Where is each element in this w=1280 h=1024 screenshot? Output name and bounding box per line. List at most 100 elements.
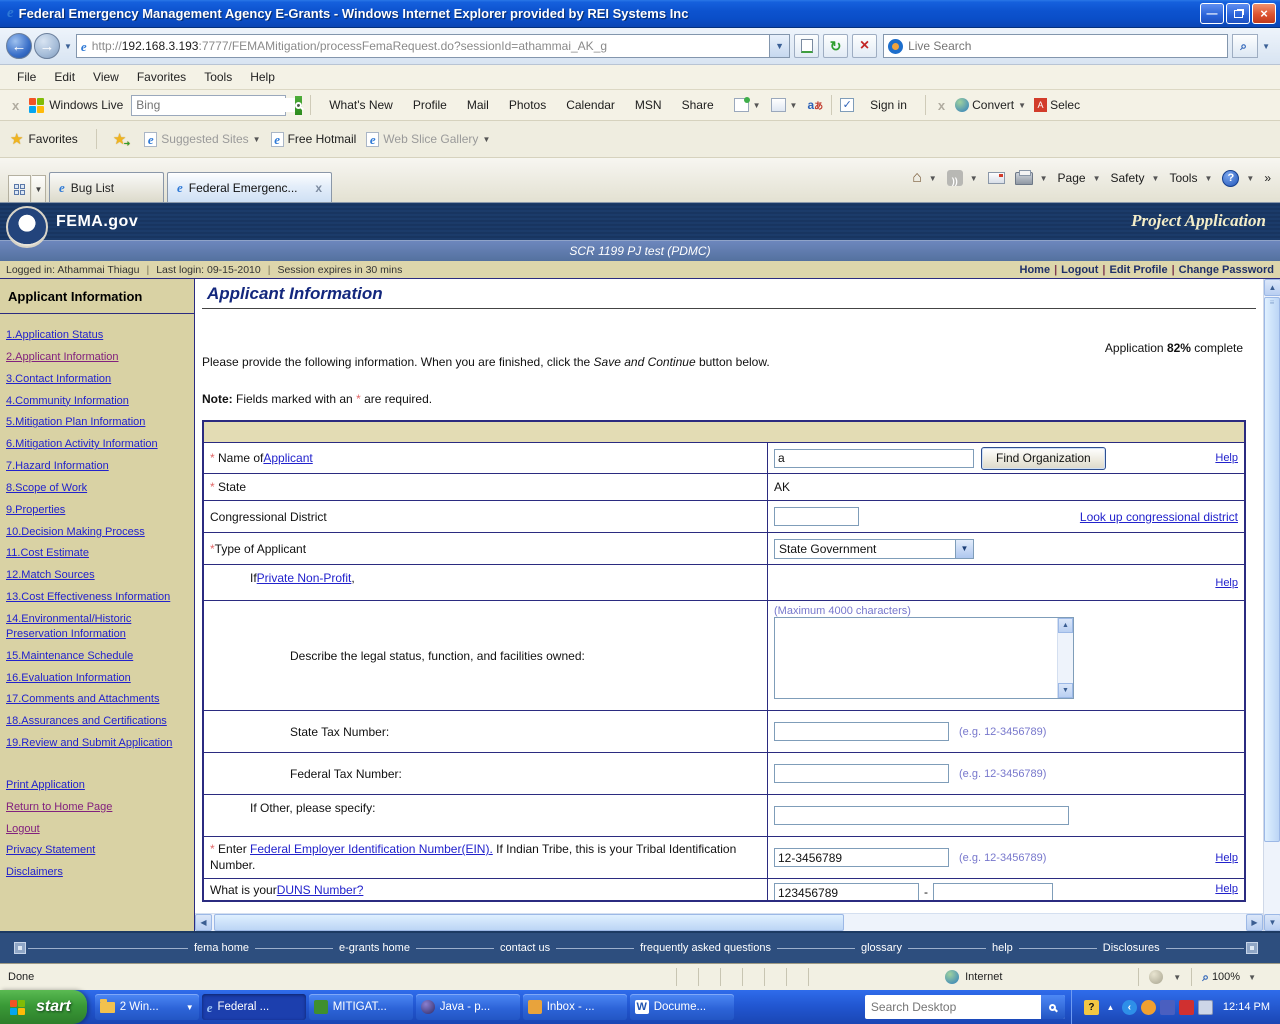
refresh-button[interactable]: ↻	[823, 34, 849, 58]
sidebar-item-mitigation-plan[interactable]: 5.Mitigation Plan Information	[6, 415, 188, 430]
sidebar-item-environmental-historic[interactable]: 14.Environmental/Historic Preservation I…	[6, 612, 188, 642]
sidebar-item-comments-attachments[interactable]: 17.Comments and Attachments	[6, 692, 188, 707]
scroll-up-icon[interactable]: ▲	[1264, 279, 1280, 296]
windows-live-label[interactable]: Windows Live	[49, 98, 123, 112]
search-desktop-input[interactable]	[864, 1000, 1041, 1014]
lookup-congressional-district-link[interactable]: Look up congressional district	[1080, 510, 1238, 524]
menu-help[interactable]: Help	[241, 67, 284, 87]
help-link[interactable]: Help	[1215, 883, 1238, 895]
suggested-sites-dropdown[interactable]: ▼	[253, 135, 261, 144]
tray-messenger-icon[interactable]: ‹	[1121, 999, 1137, 1015]
compatibility-view-button[interactable]	[794, 34, 820, 58]
taskbar-item-document[interactable]: W Docume...	[629, 994, 734, 1020]
sidebar-item-assurances-certifications[interactable]: 18.Assurances and Certifications	[6, 714, 188, 729]
sidebar-item-cost-estimate[interactable]: 11.Cost Estimate	[6, 546, 188, 561]
ein-input[interactable]	[774, 848, 949, 867]
link-whats-new[interactable]: What's New	[319, 98, 403, 112]
read-mail-icon[interactable]	[987, 172, 1005, 184]
translate-icon[interactable]: aあ	[807, 98, 823, 112]
sidebar-item-match-sources[interactable]: 12.Match Sources	[6, 568, 188, 583]
sign-in-link[interactable]: Sign in	[860, 98, 917, 112]
print-dropdown[interactable]: ▼	[1040, 174, 1048, 183]
ein-help-link[interactable]: Federal Employer Identification Number(E…	[250, 842, 493, 856]
disclaimers-link[interactable]: Disclaimers	[6, 865, 188, 880]
menu-tools[interactable]: Tools	[195, 67, 241, 87]
sidebar-item-mitigation-activity[interactable]: 6.Mitigation Activity Information	[6, 437, 188, 452]
page-menu[interactable]: Page ▼	[1058, 171, 1101, 185]
sidebar-item-review-submit[interactable]: 19.Review and Submit Application	[6, 736, 188, 751]
back-button[interactable]: ←	[6, 33, 32, 59]
bing-search-button[interactable]	[295, 95, 303, 115]
taskbar-item-inbox[interactable]: Inbox - ...	[522, 994, 627, 1020]
map-icon[interactable]	[733, 97, 750, 112]
scroll-right-icon[interactable]: ▶	[1246, 914, 1263, 931]
forward-button[interactable]: →	[34, 33, 60, 59]
other-specify-input[interactable]	[774, 806, 1069, 825]
sidebar-item-scope-of-work[interactable]: 8.Scope of Work	[6, 481, 188, 496]
url-history-dropdown[interactable]: ▼	[770, 34, 791, 58]
type-of-applicant-select[interactable]: State Government ▼	[774, 538, 974, 559]
search-options-dropdown[interactable]: ▼	[1262, 42, 1270, 51]
horizontal-scroll-thumb[interactable]	[214, 914, 844, 931]
link-profile[interactable]: Profile	[403, 98, 457, 112]
return-home-link[interactable]: Return to Home Page	[6, 800, 188, 815]
home-icon[interactable]: ⌂	[912, 169, 922, 187]
footer-glossary-link[interactable]: glossary	[857, 942, 906, 954]
search-desktop-button[interactable]	[1040, 995, 1065, 1019]
link-share[interactable]: Share	[672, 98, 724, 112]
duns-input[interactable]	[774, 883, 919, 900]
footer-disclosures-link[interactable]: Disclosures	[1099, 942, 1164, 954]
taskbar-item-ie[interactable]: e Federal ...	[201, 994, 306, 1020]
logout-link[interactable]: Logout	[6, 822, 188, 837]
horizontal-scrollbar[interactable]: ◀ ▶	[195, 913, 1263, 931]
tab-federal-emergency[interactable]: e Federal Emergenc... x	[167, 172, 332, 202]
menu-file[interactable]: File	[8, 67, 45, 87]
map-dropdown[interactable]: ▼	[753, 101, 761, 110]
print-icon[interactable]	[1014, 169, 1033, 185]
footer-faq-link[interactable]: frequently asked questions	[636, 942, 775, 954]
tray-display-icon[interactable]	[1197, 999, 1213, 1015]
live-search-box[interactable]	[883, 34, 1229, 58]
bing-search-box[interactable]	[131, 94, 303, 116]
tools-menu[interactable]: Tools ▼	[1169, 171, 1212, 185]
nav-edit-profile-link[interactable]: Edit Profile	[1110, 264, 1168, 276]
link-photos[interactable]: Photos	[499, 98, 556, 112]
convert-dropdown[interactable]: ▼	[1018, 101, 1026, 110]
scroll-down-icon[interactable]: ▼	[1058, 683, 1073, 698]
home-dropdown[interactable]: ▼	[929, 174, 937, 183]
link-msn[interactable]: MSN	[625, 98, 672, 112]
tab-list-dropdown[interactable]: ▼	[32, 175, 46, 202]
privacy-statement-link[interactable]: Privacy Statement	[6, 843, 188, 858]
feeds-dropdown[interactable]: ▼	[970, 174, 978, 183]
feed-icon[interactable]	[770, 98, 786, 112]
find-organization-button[interactable]: Find Organization	[981, 446, 1106, 470]
congressional-district-input[interactable]	[774, 507, 859, 526]
footer-egrants-home-link[interactable]: e-grants home	[335, 942, 414, 954]
taskbar-item-java[interactable]: Java - p...	[415, 994, 520, 1020]
help-link[interactable]: Help	[1215, 452, 1238, 464]
restore-button[interactable]	[1226, 3, 1250, 24]
state-tax-input[interactable]	[774, 722, 949, 741]
link-mail[interactable]: Mail	[457, 98, 499, 112]
scroll-down-icon[interactable]: ▼	[1264, 914, 1280, 931]
menu-view[interactable]: View	[84, 67, 128, 87]
convert-label[interactable]: Convert	[972, 98, 1014, 112]
suggested-sites-link[interactable]: Suggested Sites	[161, 132, 248, 146]
web-slice-dropdown[interactable]: ▼	[482, 135, 490, 144]
sidebar-item-decision-making[interactable]: 10.Decision Making Process	[6, 525, 188, 540]
sidebar-item-application-status[interactable]: 1.Application Status	[6, 328, 188, 343]
nav-logout-link[interactable]: Logout	[1061, 264, 1098, 276]
zoom-control[interactable]: ⌕ 100% ▼	[1191, 968, 1266, 986]
bing-search-input[interactable]	[132, 98, 296, 112]
close-button[interactable]: ×	[1252, 3, 1276, 24]
select-label[interactable]: Selec	[1050, 98, 1080, 112]
help-link[interactable]: Help	[1215, 852, 1238, 864]
footer-help-link[interactable]: help	[988, 942, 1017, 954]
sidebar-item-evaluation-information[interactable]: 16.Evaluation Information	[6, 671, 188, 686]
search-desktop-box[interactable]	[864, 995, 1065, 1019]
feed-dropdown[interactable]: ▼	[790, 101, 798, 110]
nav-change-password-link[interactable]: Change Password	[1179, 264, 1274, 276]
applicant-help-link[interactable]: Applicant	[263, 451, 312, 465]
protected-mode-pane[interactable]: ▼	[1138, 968, 1191, 986]
federal-tax-input[interactable]	[774, 764, 949, 783]
